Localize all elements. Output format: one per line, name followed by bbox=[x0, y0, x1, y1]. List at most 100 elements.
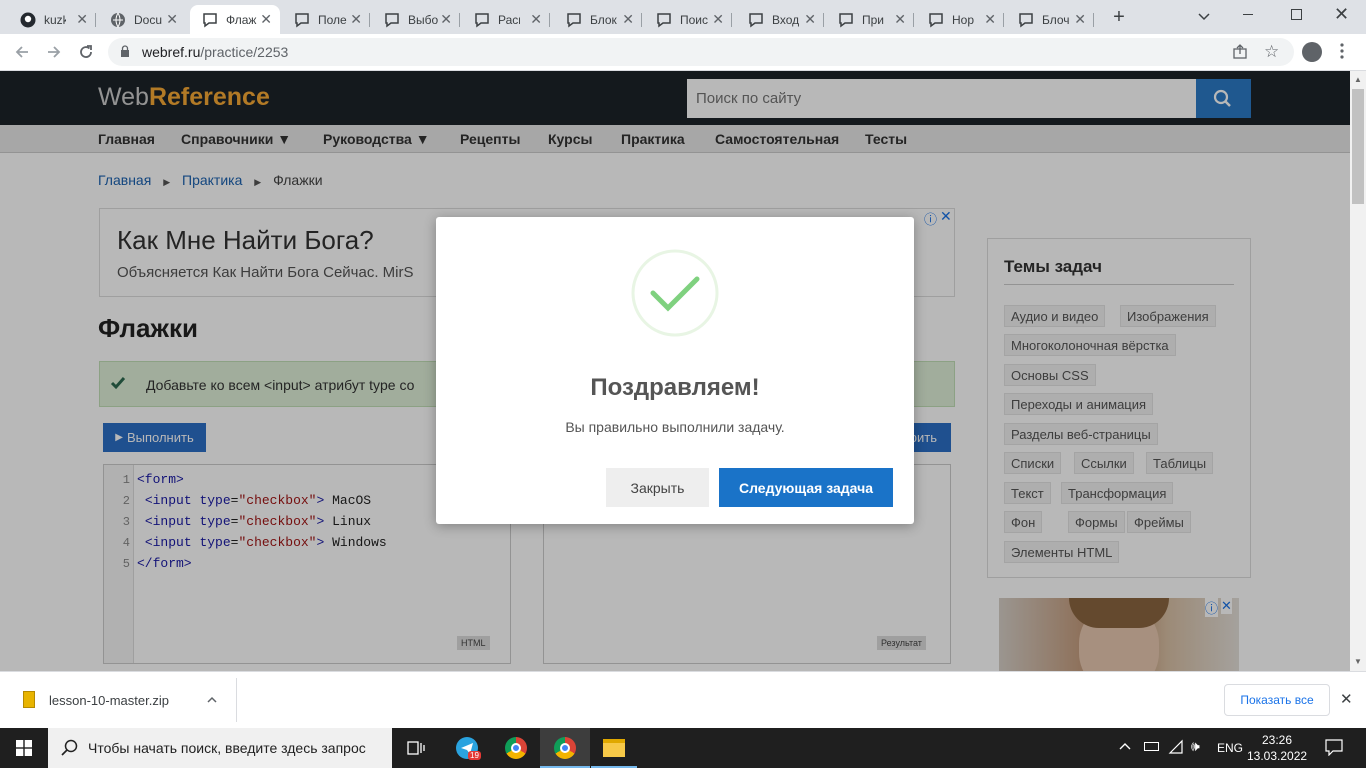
address-bar[interactable]: webref.ru/practice/2253 ☆ bbox=[108, 38, 1294, 66]
forward-arrow-icon[interactable] bbox=[44, 42, 64, 62]
tab-title: При bbox=[862, 12, 885, 27]
restore-icon[interactable] bbox=[1291, 9, 1302, 20]
task-view-icon[interactable] bbox=[407, 740, 425, 756]
download-file-name[interactable]: lesson-10-master.zip bbox=[49, 693, 169, 708]
download-bar: lesson-10-master.zip Показать все ✕ bbox=[0, 671, 1366, 728]
share-icon[interactable] bbox=[1232, 44, 1248, 60]
chrome-icon[interactable] bbox=[505, 737, 527, 759]
speech-bubble-icon bbox=[1018, 12, 1034, 28]
browser-tab[interactable]: kuzko ✕ bbox=[8, 5, 96, 34]
tab-separator bbox=[549, 13, 550, 27]
url-domain: webref.ru bbox=[142, 44, 201, 60]
tab-separator bbox=[95, 13, 96, 27]
notifications-icon[interactable] bbox=[1325, 739, 1343, 757]
tab-close-icon[interactable]: ✕ bbox=[260, 11, 272, 28]
taskbar-search-icon bbox=[61, 739, 79, 757]
tab-close-icon[interactable]: ✕ bbox=[350, 11, 362, 28]
language-indicator[interactable]: ENG bbox=[1217, 741, 1243, 755]
clock-date[interactable]: 13.03.2022 bbox=[1247, 749, 1307, 763]
tab-close-icon[interactable]: ✕ bbox=[804, 11, 816, 28]
browser-tab[interactable]: Поле ✕ bbox=[282, 5, 370, 34]
tab-close-icon[interactable]: ✕ bbox=[76, 11, 88, 28]
chrome-active-app[interactable] bbox=[540, 728, 590, 768]
tab-separator bbox=[459, 13, 460, 27]
tray-chevron-icon[interactable] bbox=[1119, 741, 1131, 753]
page-scrollbar[interactable]: ▲ ▼ bbox=[1350, 71, 1366, 671]
show-all-button[interactable]: Показать все bbox=[1224, 684, 1330, 716]
next-task-button-label: Следующая задача bbox=[738, 479, 874, 496]
telegram-badge: 19 bbox=[468, 751, 481, 760]
lock-icon[interactable] bbox=[120, 45, 130, 58]
tab-title: Docu bbox=[134, 12, 163, 27]
windows-start-icon[interactable] bbox=[16, 740, 32, 756]
success-check-icon bbox=[631, 249, 719, 337]
new-tab-button[interactable]: + bbox=[1108, 6, 1130, 28]
tab-title: Раскр bbox=[498, 12, 520, 27]
github-icon bbox=[20, 12, 36, 28]
url-text: webref.ru/practice/2253 bbox=[142, 44, 288, 60]
tab-close-icon[interactable]: ✕ bbox=[1074, 11, 1086, 28]
speech-bubble-icon bbox=[202, 12, 218, 28]
tab-separator bbox=[913, 13, 914, 27]
browser-tab[interactable]: Раскр ✕ bbox=[462, 5, 550, 34]
tab-title: Нор bbox=[952, 12, 975, 27]
volume-icon[interactable]: 🕪 bbox=[1191, 738, 1200, 755]
tab-close-icon[interactable]: ✕ bbox=[984, 11, 996, 28]
url-path: /practice/2253 bbox=[200, 44, 289, 60]
scroll-thumb[interactable] bbox=[1352, 89, 1364, 204]
browser-tab[interactable]: Вход ✕ bbox=[736, 5, 824, 34]
chrome-center bbox=[511, 743, 521, 753]
close-button[interactable]: Закрыть bbox=[606, 468, 709, 507]
bookmark-star-icon[interactable]: ☆ bbox=[1264, 42, 1279, 62]
tab-close-icon[interactable]: ✕ bbox=[622, 11, 634, 28]
back-arrow-icon[interactable] bbox=[12, 42, 32, 62]
profile-avatar[interactable] bbox=[1302, 42, 1322, 62]
file-explorer-icon[interactable] bbox=[603, 739, 625, 757]
dialog-title: Поздравляем! bbox=[590, 374, 760, 401]
tab-close-icon[interactable]: ✕ bbox=[894, 11, 906, 28]
browser-menu-icon[interactable] bbox=[1340, 42, 1344, 60]
tab-close-icon[interactable]: ✕ bbox=[440, 11, 452, 28]
tab-separator bbox=[731, 13, 732, 27]
browser-tab[interactable]: Поис ✕ bbox=[644, 5, 732, 34]
speech-bubble-icon bbox=[566, 12, 582, 28]
browser-tab[interactable]: Флаж ✕ bbox=[190, 5, 280, 34]
window-close-icon[interactable]: ✕ bbox=[1334, 4, 1349, 25]
taskbar-search-box[interactable]: Чтобы начать поиск, введите здесь запрос bbox=[48, 728, 392, 768]
wifi-icon[interactable] bbox=[1168, 739, 1184, 755]
windows-taskbar: Чтобы начать поиск, введите здесь запрос… bbox=[0, 728, 1366, 768]
tab-strip: kuzko✕Docu✕Флаж✕Поле✕Выбо✕Раскр✕Блок✕Пои… bbox=[0, 0, 1366, 34]
tab-separator bbox=[1003, 13, 1004, 27]
reload-icon[interactable] bbox=[76, 42, 96, 62]
clock-time[interactable]: 23:26 bbox=[1262, 733, 1292, 747]
tab-title: Вход bbox=[772, 12, 800, 27]
minimize-icon[interactable] bbox=[1243, 14, 1253, 15]
browser-tab[interactable]: Блок ✕ bbox=[554, 5, 642, 34]
speech-bubble-icon bbox=[656, 12, 672, 28]
browser-tab[interactable]: При ✕ bbox=[826, 5, 914, 34]
zip-file-icon bbox=[23, 691, 35, 708]
speech-bubble-icon bbox=[294, 12, 310, 28]
tab-title: Блоч bbox=[1042, 12, 1070, 27]
download-bar-close-icon[interactable]: ✕ bbox=[1340, 690, 1353, 708]
speech-bubble-icon bbox=[748, 12, 764, 28]
scroll-up-icon[interactable]: ▲ bbox=[1354, 75, 1362, 84]
speech-bubble-icon bbox=[838, 12, 854, 28]
tab-close-icon[interactable]: ✕ bbox=[166, 11, 178, 28]
chrome-icon bbox=[554, 737, 576, 759]
browser-tab[interactable]: Docu ✕ bbox=[98, 5, 186, 34]
tab-title: Блок bbox=[590, 12, 617, 27]
tab-title: Выбо bbox=[408, 12, 439, 27]
download-options-chevron-icon[interactable] bbox=[205, 693, 219, 707]
tab-close-icon[interactable]: ✕ bbox=[530, 11, 542, 28]
globe-icon bbox=[110, 12, 126, 28]
browser-tab[interactable]: Блоч ✕ bbox=[1006, 5, 1094, 34]
browser-tab[interactable]: Нор ✕ bbox=[916, 5, 1004, 34]
next-task-button[interactable]: Следующая задача bbox=[719, 468, 893, 507]
battery-icon[interactable] bbox=[1144, 742, 1159, 751]
success-dialog: Поздравляем! Вы правильно выполнили зада… bbox=[436, 217, 914, 524]
scroll-down-icon[interactable]: ▼ bbox=[1354, 657, 1362, 666]
browser-tab[interactable]: Выбо ✕ bbox=[372, 5, 460, 34]
tab-search-chevron-icon[interactable] bbox=[1196, 8, 1212, 24]
tab-close-icon[interactable]: ✕ bbox=[712, 11, 724, 28]
